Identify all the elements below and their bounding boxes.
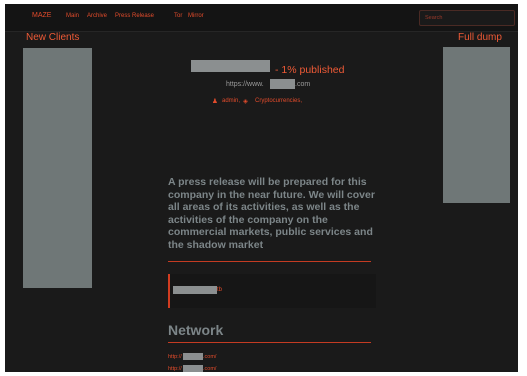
publish-status: - 1% published	[275, 64, 345, 76]
redacted-company-name	[191, 60, 270, 72]
nav-mirror-link[interactable]: Mirror	[188, 13, 204, 19]
user-icon: ♟	[212, 98, 218, 105]
nav-archive-link[interactable]: Archive	[87, 13, 107, 19]
brand-link[interactable]: MAZE	[32, 12, 51, 19]
network-link-2-suffix[interactable]: .com/	[203, 366, 216, 372]
press-release-text: A press release will be prepared for thi…	[168, 176, 375, 251]
network-link-1-prefix[interactable]: http://	[168, 354, 182, 360]
tag-icon: ◈	[243, 98, 248, 105]
section-divider	[168, 261, 371, 262]
page-frame: MAZE Main Archive Press Release Tor Mirr…	[5, 4, 518, 372]
nav-main-link[interactable]: Main	[66, 13, 79, 19]
redacted-quote-text	[173, 286, 217, 294]
search-placeholder: Search	[425, 15, 443, 21]
nav-press-release-link[interactable]: Press Release	[115, 13, 154, 19]
company-url-prefix: https://www.	[226, 81, 264, 88]
network-divider	[168, 342, 371, 343]
new-clients-panel[interactable]	[23, 48, 92, 288]
full-dump-title: Full dump	[458, 32, 502, 43]
redacted-network-link-1	[183, 353, 203, 360]
nav-tor-link[interactable]: Tor	[174, 13, 182, 19]
full-dump-panel[interactable]	[443, 47, 510, 203]
redacted-domain	[270, 79, 295, 89]
category-link[interactable]: Cryptocurrencies,	[255, 98, 302, 104]
redacted-network-link-2	[183, 365, 203, 372]
network-heading: Network	[168, 322, 224, 338]
network-link-1-suffix[interactable]: .com/	[203, 354, 216, 360]
top-navbar: MAZE Main Archive Press Release Tor Mirr…	[5, 4, 518, 32]
quote-suffix: tb	[217, 287, 223, 293]
search-input[interactable]: Search	[419, 10, 515, 26]
author-link[interactable]: admin,	[222, 98, 240, 104]
company-url-suffix: .com	[295, 81, 311, 88]
new-clients-title: New Clients	[26, 32, 80, 43]
network-link-2-prefix[interactable]: http://	[168, 366, 182, 372]
